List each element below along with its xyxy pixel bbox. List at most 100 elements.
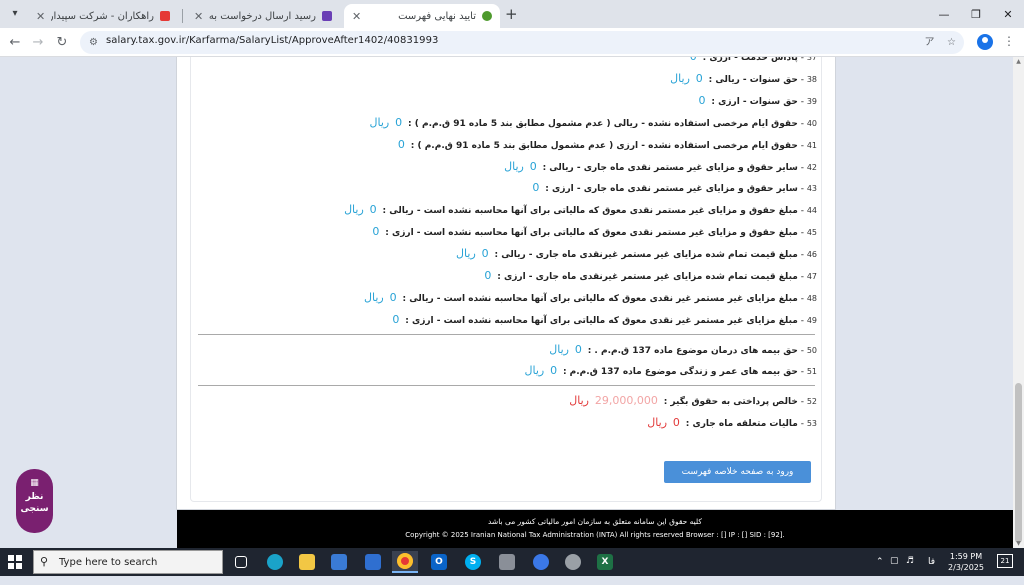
row-value: 0 xyxy=(372,225,380,238)
windows-taskbar: ⚲ Type here to search O S X ⌃ ▢ ♬ فا 1:5… xyxy=(0,548,1024,576)
section-divider xyxy=(198,334,815,335)
restore-button[interactable]: ❐ xyxy=(960,0,992,28)
row-label: حق بیمه های عمر و زندگی موضوع ماده 137 ق… xyxy=(562,367,798,377)
survey-label-1: نظر xyxy=(25,492,44,502)
row-value: 0 xyxy=(698,94,706,107)
tab-search-button[interactable]: ▾ xyxy=(6,5,24,23)
row-label: مبلغ قیمت تمام شده مزایای غیر مستمر غیرن… xyxy=(497,272,798,282)
address-bar[interactable]: ⚙ salary.tax.gov.ir/Karfarma/SalaryList/… xyxy=(80,31,964,54)
tab-close-icon[interactable]: ✕ xyxy=(36,10,45,23)
page-scrollbar[interactable]: ▲ ▼ xyxy=(1013,57,1024,548)
row-unit: ریال xyxy=(647,416,668,429)
excel-icon[interactable]: X xyxy=(592,551,618,573)
taskbar-search-box[interactable]: ⚲ Type here to search xyxy=(33,550,223,574)
new-tab-button[interactable]: + xyxy=(505,5,518,23)
row-number: 51 xyxy=(806,367,817,376)
detail-row: 45 - مبلغ حقوق و مزایای غیر مستمر نقدی م… xyxy=(372,225,817,238)
microsoft-store-icon[interactable] xyxy=(326,551,352,573)
row-value: 0 xyxy=(389,291,397,304)
tab-karpooshe[interactable]: رسید ارسال درخواست به کارپوشه ✕ xyxy=(186,4,340,28)
minimize-button[interactable]: — xyxy=(928,0,960,28)
row-number: 43 xyxy=(806,184,817,193)
row-label: مبلغ قیمت تمام شده مزایای غیر مستمر غیرن… xyxy=(494,250,798,260)
row-unit: ریال xyxy=(369,116,390,129)
bookmark-star-icon[interactable]: ☆ xyxy=(944,35,959,50)
app-icon[interactable] xyxy=(494,551,520,573)
row-label: خالص پرداختی به حقوق بگیر : xyxy=(663,397,798,407)
detail-row: 38 - حق سنوات - ریالی : 0 ریال xyxy=(670,72,817,85)
page-viewport: 37 - پاداش خدمت - ارزی : 0 38 - حق سنوات … xyxy=(0,57,1013,548)
scroll-up-icon[interactable]: ▲ xyxy=(1013,58,1024,65)
forward-arrow-icon[interactable]: → xyxy=(28,33,48,53)
tab-favicon-icon xyxy=(482,11,492,21)
volume-icon[interactable]: ♬ xyxy=(906,556,914,584)
detail-row: 41 - حقوق ایام مرخصی استفاده نشده - ارزی… xyxy=(397,138,817,151)
site-info-icon[interactable]: ⚙ xyxy=(86,35,101,50)
tab-close-icon[interactable]: ✕ xyxy=(194,10,203,23)
survey-button[interactable]: ▦ نظر سنجی xyxy=(16,469,53,533)
footer-copyright-text: Copyright © 2025 Iranian National Tax Ad… xyxy=(405,531,785,539)
skype-icon[interactable]: S xyxy=(460,551,486,573)
close-window-button[interactable]: ✕ xyxy=(992,0,1024,28)
tab-close-icon[interactable]: ✕ xyxy=(352,10,361,23)
row-value: 0 xyxy=(550,364,558,377)
row-number: 45 xyxy=(806,228,817,237)
scroll-down-icon[interactable]: ▼ xyxy=(1013,540,1024,547)
row-label: سایر حقوق و مزایای غیر مستمر نقدی ماه جا… xyxy=(542,163,798,173)
clock-date: 2/3/2025 xyxy=(948,563,984,572)
file-explorer-icon[interactable] xyxy=(294,551,320,573)
search-icon: ⚲ xyxy=(40,555,49,568)
row-label: مبلغ مزایای غیر مستمر غیر نقدی معوق که م… xyxy=(402,294,798,304)
row-label: مبلغ مزایای غیر مستمر غیر نقدی معوق که م… xyxy=(405,316,798,326)
language-indicator[interactable]: فا xyxy=(928,557,935,585)
section-divider xyxy=(198,385,815,386)
back-arrow-icon[interactable]: ← xyxy=(5,33,25,53)
tab-rahkaran[interactable]: راهکاران - شرکت سپیدار سیستم آ... ✕ xyxy=(28,4,178,28)
edge-browser-icon[interactable] xyxy=(262,551,288,573)
row-value: 0 xyxy=(395,116,403,129)
profile-avatar-icon[interactable] xyxy=(977,34,993,50)
scrollbar-thumb[interactable] xyxy=(1015,383,1022,543)
row-value: 0 xyxy=(695,72,703,85)
row-number: 41 xyxy=(806,141,817,150)
summary-page-button[interactable]: ورود به صفحه خلاصه فهرست xyxy=(664,461,811,483)
detail-row: 40 - حقوق ایام مرخصی استفاده نشده - ریال… xyxy=(369,116,817,129)
taskbar-search-placeholder[interactable]: Type here to search xyxy=(59,557,157,568)
outlook-icon[interactable]: O xyxy=(426,551,452,573)
row-value: 0 xyxy=(484,269,492,282)
window-controls: — ❐ ✕ xyxy=(928,0,1024,28)
row-unit: ریال xyxy=(504,160,524,173)
row-unit: ریال xyxy=(364,291,384,304)
row-label: حق سنوات - ریالی : xyxy=(708,75,798,85)
row-value: 0 xyxy=(481,247,489,260)
url-text[interactable]: salary.tax.gov.ir/Karfarma/SalaryList/Ap… xyxy=(106,35,438,46)
chrome-profile-icon[interactable] xyxy=(528,551,554,573)
detail-row: 48 - مبلغ مزایای غیر مستمر غیر نقدی معوق… xyxy=(364,291,817,304)
tray-overflow-icon[interactable]: ⌃ xyxy=(876,557,884,585)
translate-icon[interactable]: ア xyxy=(922,35,937,50)
windows-start-icon[interactable] xyxy=(8,555,22,569)
row-label: سایر حقوق و مزایای غیر مستمر نقدی ماه جا… xyxy=(545,184,798,194)
notification-badge[interactable]: 21 xyxy=(997,554,1013,568)
row-value: 0 xyxy=(392,313,400,326)
task-view-icon[interactable] xyxy=(228,551,254,573)
tab-title: راهکاران - شرکت سپیدار سیستم آ... xyxy=(51,10,154,22)
network-icon[interactable]: ▢ xyxy=(890,556,899,584)
reload-icon[interactable]: ↻ xyxy=(52,33,72,53)
mail-icon[interactable] xyxy=(360,551,386,573)
row-value: 0 xyxy=(672,416,680,429)
row-unit: ریال xyxy=(569,394,589,407)
bar-chart-icon: ▦ xyxy=(30,478,39,488)
row-number: 48 xyxy=(806,294,817,303)
row-number: 52 xyxy=(806,397,817,406)
row-value: 0 xyxy=(369,203,377,216)
chrome-icon[interactable] xyxy=(392,551,418,573)
row-value: 0 xyxy=(397,138,405,151)
row-number: 49 xyxy=(806,316,817,325)
browser-menu-icon[interactable]: ⋮ xyxy=(1003,34,1015,48)
system-clock[interactable]: 1:59 PM 2/3/2025 xyxy=(946,551,986,573)
app-icon[interactable] xyxy=(560,551,586,573)
detail-row: 44 - مبلغ حقوق و مزایای غیر مستمر نقدی م… xyxy=(344,203,817,216)
tab-approve-list-active[interactable]: تایید نهایی فهرست ✕ xyxy=(344,4,500,28)
row-number: 39 xyxy=(806,97,817,106)
